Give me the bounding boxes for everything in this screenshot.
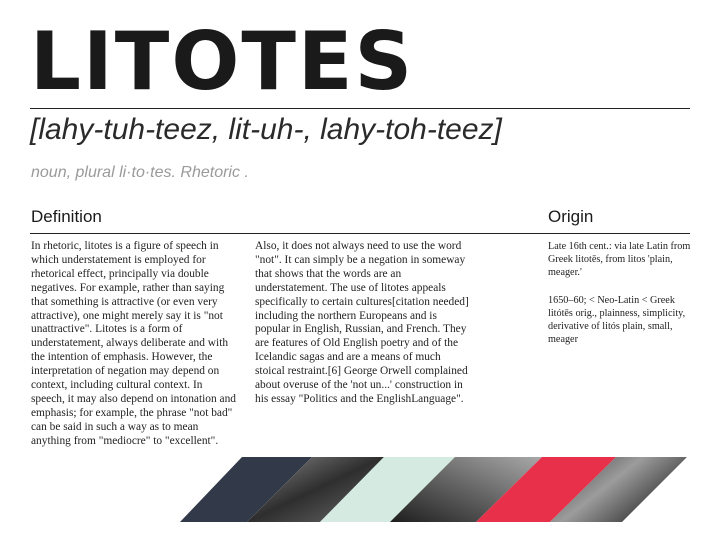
decorative-stripe-band [180, 457, 687, 522]
